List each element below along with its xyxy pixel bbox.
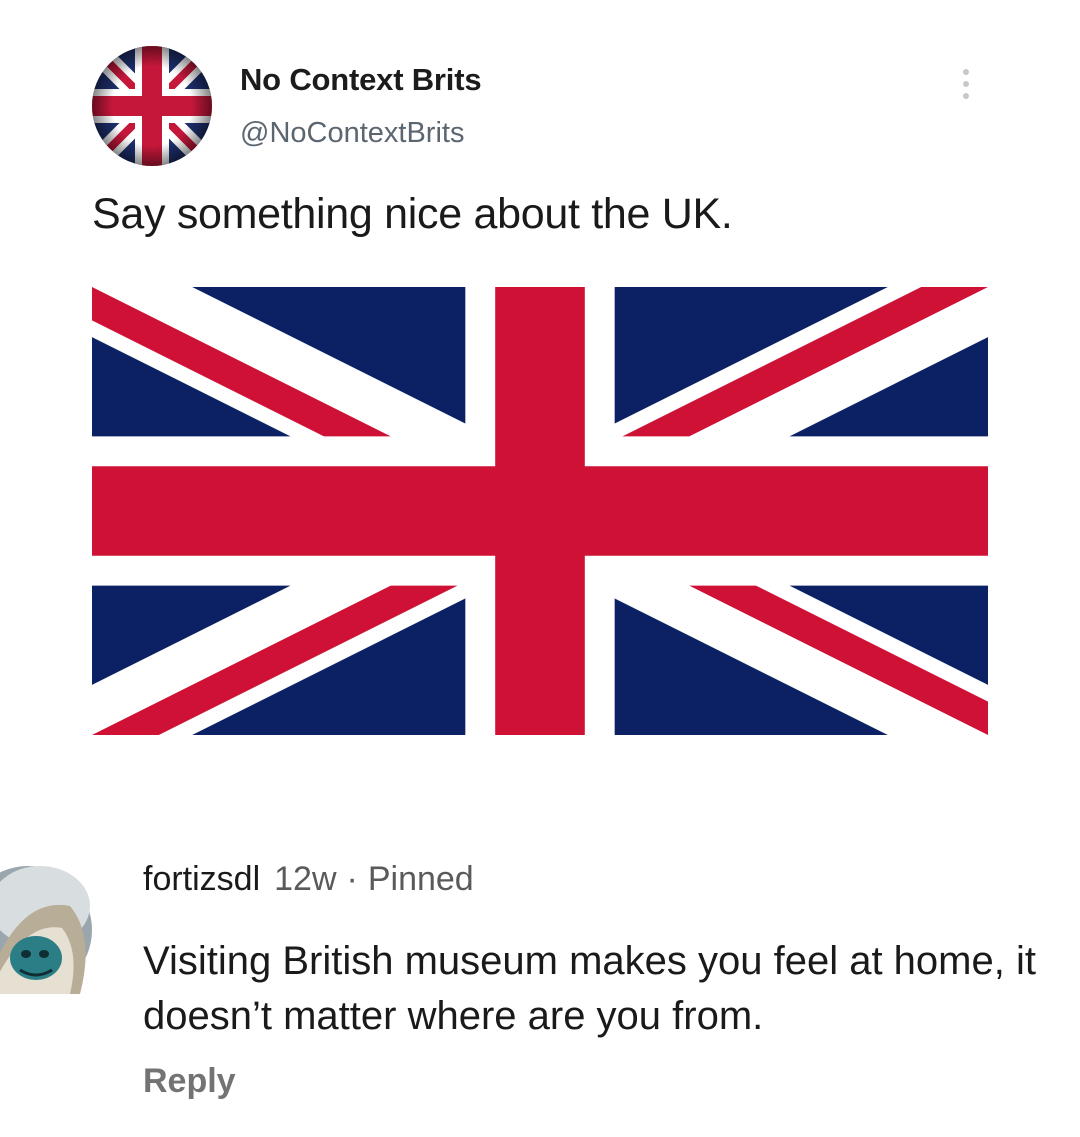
comment-text: Visiting British museum makes you feel a… [143, 939, 1036, 1038]
more-vertical-icon[interactable] [955, 64, 977, 104]
union-jack-avatar-icon [92, 46, 212, 166]
union-jack-flag-image[interactable] [92, 287, 988, 735]
comment-username[interactable]: fortizsdl [143, 860, 260, 898]
comment-meta: fortizsdl 12w · Pinned [143, 860, 474, 899]
author-name[interactable]: No Context Brits [240, 62, 482, 98]
comment-timestamp: 12w [274, 860, 337, 898]
reply-button[interactable]: Reply [143, 1062, 236, 1101]
commenter-avatar[interactable] [0, 866, 92, 994]
tweet-text: Say something nice about the UK. [92, 190, 733, 238]
author-handle[interactable]: @NoContextBrits [240, 117, 464, 150]
hooded-figure-avatar-icon [0, 866, 92, 994]
meta-separator: · [346, 860, 358, 898]
author-avatar[interactable] [92, 46, 212, 166]
pinned-label: Pinned [367, 860, 474, 898]
